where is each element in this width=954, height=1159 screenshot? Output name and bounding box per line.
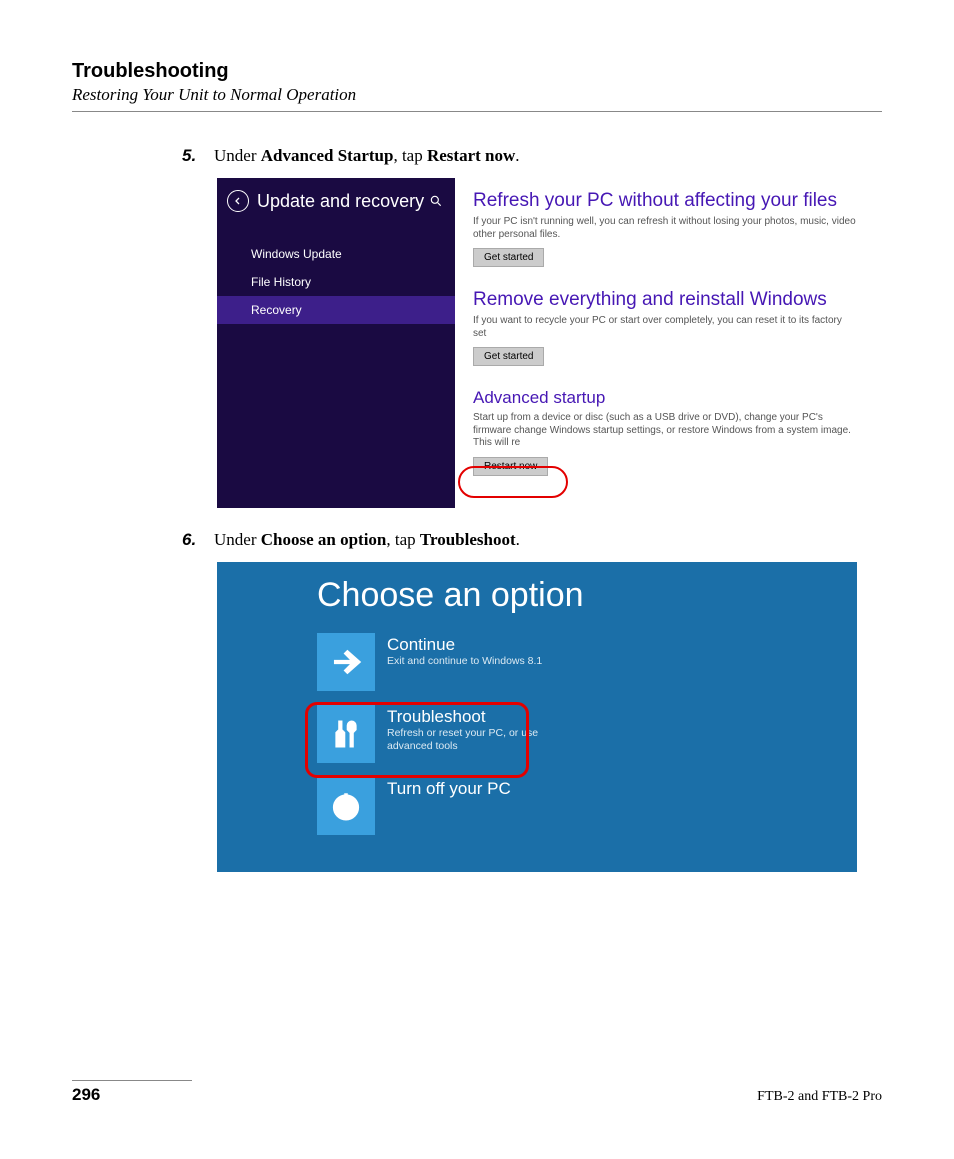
tile-turn-off[interactable]: Turn off your PC <box>317 777 857 835</box>
remove-get-started-button[interactable]: Get started <box>473 347 544 366</box>
tile-heading: Troubleshoot <box>387 707 547 727</box>
step-text-b1: Choose an option <box>261 530 387 549</box>
tile-desc: Refresh or reset your PC, or use advance… <box>387 727 547 752</box>
step-text-post: . <box>516 530 520 549</box>
advanced-desc: Start up from a device or disc (such as … <box>473 412 857 450</box>
refresh-section: Refresh your PC without affecting your f… <box>473 190 857 267</box>
step-text-mid: , tap <box>393 146 427 165</box>
step-text: Under Advanced Startup, tap Restart now. <box>214 146 520 166</box>
sidebar-item-recovery[interactable]: Recovery <box>217 296 455 324</box>
step-text-pre: Under <box>214 146 261 165</box>
back-icon[interactable] <box>227 190 249 212</box>
tile-heading: Turn off your PC <box>387 779 511 799</box>
refresh-get-started-button[interactable]: Get started <box>473 248 544 267</box>
step-number: 5. <box>182 146 214 166</box>
sidebar-item-file-history[interactable]: File History <box>217 268 455 296</box>
tile-text: Troubleshoot Refresh or reset your PC, o… <box>387 705 547 752</box>
page-footer: 296 FTB-2 and FTB-2 Pro <box>72 1080 882 1105</box>
search-icon[interactable] <box>429 194 443 211</box>
step-5: 5. Under Advanced Startup, tap Restart n… <box>182 146 882 166</box>
tile-text: Turn off your PC <box>387 777 511 799</box>
refresh-heading: Refresh your PC without affecting your f… <box>473 190 857 212</box>
step-text: Under Choose an option, tap Troubleshoot… <box>214 530 520 550</box>
step-text-pre: Under <box>214 530 261 549</box>
footer-rule <box>72 1080 192 1081</box>
header-rule <box>72 111 882 112</box>
power-icon <box>317 777 375 835</box>
tile-desc: Exit and continue to Windows 8.1 <box>387 655 542 668</box>
settings-main: Refresh your PC without affecting your f… <box>455 178 857 508</box>
tools-icon <box>317 705 375 763</box>
step-text-b2: Troubleshoot <box>420 530 516 549</box>
screenshot-update-recovery: Update and recovery Windows Update File … <box>217 178 857 508</box>
sidebar-title: Update and recovery <box>257 191 424 212</box>
sidebar: Update and recovery Windows Update File … <box>217 178 455 508</box>
tile-continue[interactable]: Continue Exit and continue to Windows 8.… <box>317 633 857 691</box>
step-text-b1: Advanced Startup <box>261 146 394 165</box>
advanced-section: Advanced startup Start up from a device … <box>473 388 857 476</box>
tile-heading: Continue <box>387 635 542 655</box>
sidebar-header: Update and recovery <box>217 178 455 222</box>
step-text-post: . <box>515 146 519 165</box>
arrow-right-icon <box>317 633 375 691</box>
page-header: Troubleshooting Restoring Your Unit to N… <box>72 60 882 112</box>
product-name: FTB-2 and FTB-2 Pro <box>757 1089 882 1105</box>
choose-option-title: Choose an option <box>317 576 857 615</box>
page-title: Troubleshooting <box>72 60 882 83</box>
page-number: 296 <box>72 1085 100 1105</box>
step-text-b2: Restart now <box>427 146 515 165</box>
step-number: 6. <box>182 530 214 550</box>
tile-troubleshoot[interactable]: Troubleshoot Refresh or reset your PC, o… <box>317 705 857 763</box>
tile-text: Continue Exit and continue to Windows 8.… <box>387 633 542 668</box>
screenshot-choose-option: Choose an option Continue Exit and conti… <box>217 562 857 872</box>
restart-now-button[interactable]: Restart now <box>473 457 548 476</box>
advanced-heading: Advanced startup <box>473 388 857 408</box>
step-6: 6. Under Choose an option, tap Troublesh… <box>182 530 882 550</box>
refresh-desc: If your PC isn't running well, you can r… <box>473 216 857 241</box>
sidebar-item-windows-update[interactable]: Windows Update <box>217 240 455 268</box>
remove-heading: Remove everything and reinstall Windows <box>473 289 857 311</box>
remove-section: Remove everything and reinstall Windows … <box>473 289 857 366</box>
step-text-mid: , tap <box>386 530 420 549</box>
remove-desc: If you want to recycle your PC or start … <box>473 315 857 340</box>
page-subtitle: Restoring Your Unit to Normal Operation <box>72 85 882 105</box>
